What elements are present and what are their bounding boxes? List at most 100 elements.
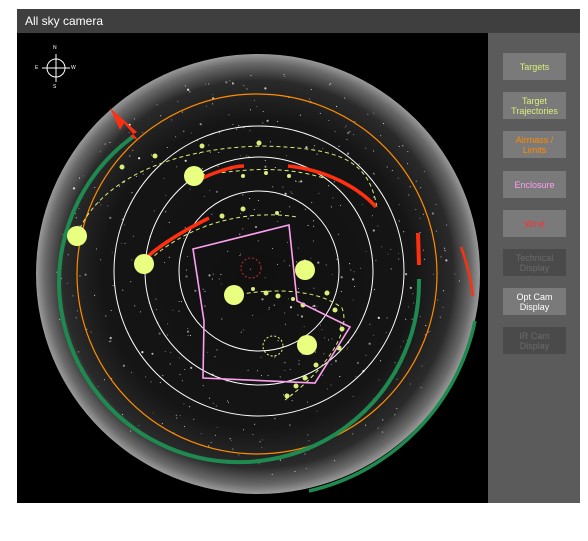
target-3 (134, 254, 154, 274)
star (211, 278, 213, 280)
star (422, 213, 425, 215)
targets-label: Targets (520, 62, 550, 72)
star (381, 246, 383, 248)
star (86, 328, 88, 330)
star (252, 314, 254, 316)
star (321, 329, 323, 331)
star (346, 348, 348, 350)
star (300, 180, 303, 183)
star (262, 110, 264, 113)
star (164, 261, 166, 264)
star (397, 177, 399, 179)
star (382, 419, 384, 421)
star (268, 308, 270, 310)
sky-view[interactable]: N S E W (17, 33, 488, 503)
star (159, 382, 161, 384)
star (331, 338, 333, 340)
star (178, 300, 180, 303)
target-trajectories-button[interactable]: Target Trajectories (503, 92, 566, 119)
star (79, 275, 81, 277)
star (330, 384, 332, 386)
star (361, 203, 363, 205)
star (184, 368, 186, 371)
star (373, 150, 375, 152)
targets-button[interactable]: Targets (503, 53, 566, 80)
star (328, 119, 330, 122)
star (284, 312, 286, 314)
star (250, 75, 252, 77)
star (284, 362, 286, 364)
star (377, 427, 379, 429)
star (284, 75, 286, 77)
star (331, 274, 333, 276)
star (155, 308, 157, 311)
star (437, 299, 439, 301)
star (242, 228, 244, 230)
star (165, 194, 167, 196)
star (166, 146, 168, 149)
wind-button[interactable]: Wind (503, 210, 566, 237)
star (239, 254, 241, 257)
star (305, 468, 307, 470)
enclosure-button[interactable]: Enclosure (503, 171, 566, 198)
star (122, 364, 125, 367)
star (256, 370, 258, 372)
star (130, 430, 132, 432)
star (337, 233, 339, 235)
star (423, 170, 425, 172)
star (444, 247, 446, 249)
star (75, 217, 77, 219)
star (156, 104, 158, 106)
star (210, 441, 212, 443)
ir-cam-display-button[interactable]: IR Cam Display (503, 327, 566, 354)
star (276, 120, 278, 123)
star (166, 334, 169, 336)
star (432, 273, 434, 275)
star (339, 376, 341, 378)
star (272, 186, 274, 188)
target-5 (295, 260, 315, 280)
technical-display-button[interactable]: Technical Display (503, 249, 566, 276)
star (194, 289, 197, 292)
star (442, 290, 445, 292)
star (257, 240, 259, 242)
star (400, 346, 402, 348)
star (139, 311, 142, 313)
star (212, 402, 214, 404)
star (277, 263, 279, 265)
target-trajectories-label-line: Trajectories (511, 105, 558, 116)
star (118, 185, 121, 187)
star (396, 378, 398, 380)
ir-cam-display-label-line: Display (519, 340, 550, 351)
star (326, 388, 329, 390)
star (247, 218, 249, 220)
star (209, 151, 211, 153)
star (129, 155, 131, 157)
star (260, 374, 263, 377)
star (284, 192, 287, 195)
star (261, 298, 264, 301)
opt-cam-display-button[interactable]: Opt Cam Display (503, 288, 566, 315)
star (411, 318, 413, 320)
star (100, 259, 102, 261)
star (264, 87, 267, 90)
star (201, 167, 203, 170)
opt-cam-display-label-line: Opt Cam (516, 291, 553, 302)
star (208, 83, 210, 85)
star (445, 259, 448, 262)
star (132, 235, 134, 237)
airmass-limits-button[interactable]: Airmass / Limits (503, 131, 566, 158)
star (163, 177, 165, 179)
star (184, 227, 186, 229)
star (312, 148, 314, 150)
star (313, 220, 315, 222)
star (304, 453, 306, 455)
star (316, 306, 318, 308)
star (151, 154, 153, 156)
star (313, 287, 315, 289)
star (356, 361, 359, 364)
star (345, 125, 347, 127)
sky-dome (36, 54, 480, 494)
star (277, 340, 279, 342)
star (382, 431, 384, 433)
